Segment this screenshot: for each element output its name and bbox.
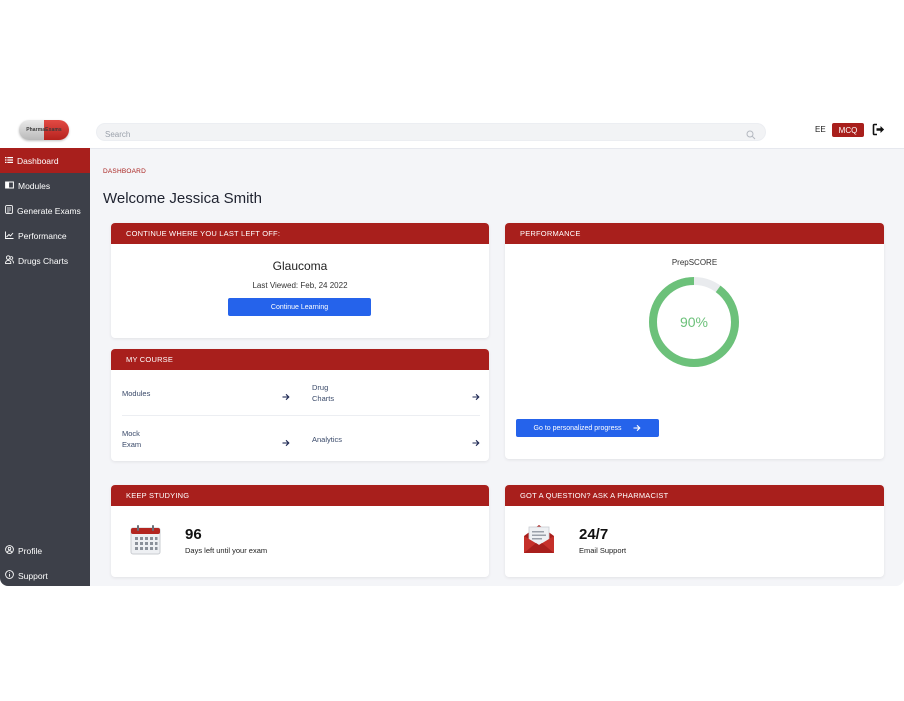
arrow-right-icon <box>282 388 290 406</box>
days-left-value: 96 <box>185 526 202 543</box>
divider <box>122 415 480 416</box>
page-title: Welcome Jessica Smith <box>103 190 262 207</box>
arrow-right-icon <box>282 434 290 452</box>
info-circle-icon <box>5 570 18 581</box>
course-title: Glaucoma <box>272 259 328 273</box>
card-header: KEEP STUDYING <box>111 485 489 506</box>
search-bar <box>96 123 766 143</box>
score-ring: 90% <box>649 277 739 367</box>
logout-icon[interactable] <box>872 123 885 141</box>
prepscore-title: PrepSCORE <box>671 258 718 267</box>
exam-icon <box>5 205 17 216</box>
sidebar-item-profile[interactable]: Profile <box>0 538 90 563</box>
main-content: DASHBOARD Welcome Jessica Smith CONTINUE… <box>90 148 904 586</box>
card-header: MY COURSE <box>111 349 489 370</box>
sidebar-item-label: Drugs Charts <box>18 255 69 266</box>
sidebar-item-drugs-charts[interactable]: Drugs Charts <box>0 248 90 273</box>
mcq-button[interactable]: MCQ <box>832 123 864 137</box>
user-initials[interactable]: EE <box>815 125 826 134</box>
course-link-drug-charts[interactable]: Drug Charts <box>312 373 480 413</box>
continue-learning-button[interactable]: Continue Learning <box>228 298 371 316</box>
course-link-mock-exam[interactable]: Mock Exam <box>122 419 290 459</box>
list-icon <box>5 156 17 166</box>
sidebar-item-generate-exams[interactable]: Generate Exams <box>0 198 90 223</box>
continue-learning-card: CONTINUE WHERE YOU LAST LEFT OFF: Glauco… <box>111 223 489 338</box>
sidebar-item-label: Performance <box>18 230 67 241</box>
sidebar-item-label: Dashboard <box>17 155 59 166</box>
chart-line-icon <box>5 231 18 241</box>
sidebar-item-label: Generate Exams <box>17 205 81 216</box>
card-header: PERFORMANCE <box>505 223 884 244</box>
user-circle-icon <box>5 545 18 556</box>
performance-card: PERFORMANCE PrepSCORE 90% Go to personal… <box>505 223 884 459</box>
support-hours-value: 24/7 <box>579 526 609 543</box>
button-label: Go to personalized progress <box>533 424 622 432</box>
logo[interactable]: PharmaExams <box>19 120 69 140</box>
arrow-right-icon <box>472 434 480 452</box>
logo-text: PharmaExams <box>26 127 62 133</box>
sidebar-item-support[interactable]: Support <box>0 563 90 586</box>
course-link-label: Modules <box>122 388 151 398</box>
ask-pharmacist-card: GOT A QUESTION? ASK A PHARMACIST 24/7 Em… <box>505 485 884 577</box>
top-bar: PharmaExams EE MCQ <box>0 115 904 149</box>
card-header: GOT A QUESTION? ASK A PHARMACIST <box>505 485 884 506</box>
last-viewed-text: Last Viewed: Feb, 24 2022 <box>252 281 348 290</box>
course-link-modules[interactable]: Modules <box>122 373 290 413</box>
breadcrumb[interactable]: DASHBOARD <box>103 168 146 175</box>
card-header: CONTINUE WHERE YOU LAST LEFT OFF: <box>111 223 489 244</box>
sidebar-item-label: Modules <box>18 180 51 191</box>
book-icon <box>5 181 18 191</box>
search-input[interactable] <box>97 126 725 143</box>
personalized-progress-button[interactable]: Go to personalized progress <box>516 419 659 437</box>
arrow-right-icon <box>472 388 480 406</box>
my-course-card: MY COURSE Modules Drug Charts Mock Exam … <box>111 349 489 461</box>
course-link-label: Analytics <box>312 434 343 444</box>
sidebar-item-label: Profile <box>18 545 43 556</box>
score-percentage: 90% <box>680 314 708 330</box>
keep-studying-card: KEEP STUDYING 96 Days left until your ex… <box>111 485 489 577</box>
calendar-icon <box>130 524 161 560</box>
sidebar-item-performance[interactable]: Performance <box>0 223 90 248</box>
people-icon <box>5 255 18 266</box>
sidebar-item-label: Support <box>18 570 48 581</box>
search-icon[interactable] <box>746 127 756 145</box>
course-link-analytics[interactable]: Analytics <box>312 419 480 459</box>
course-link-label: Mock Exam <box>122 429 142 449</box>
sidebar-item-modules[interactable]: Modules <box>0 173 90 198</box>
course-link-label: Drug Charts <box>312 383 335 403</box>
days-left-caption: Days left until your exam <box>185 546 268 555</box>
email-support-caption: Email Support <box>579 546 627 555</box>
arrow-right-icon <box>633 424 642 432</box>
app-window: PharmaExams EE MCQ Dashboard <box>0 115 904 586</box>
sidebar-item-dashboard[interactable]: Dashboard <box>0 148 90 173</box>
envelope-icon[interactable] <box>523 523 555 560</box>
sidebar: Dashboard Modules Generate Exams Perform… <box>0 148 90 586</box>
